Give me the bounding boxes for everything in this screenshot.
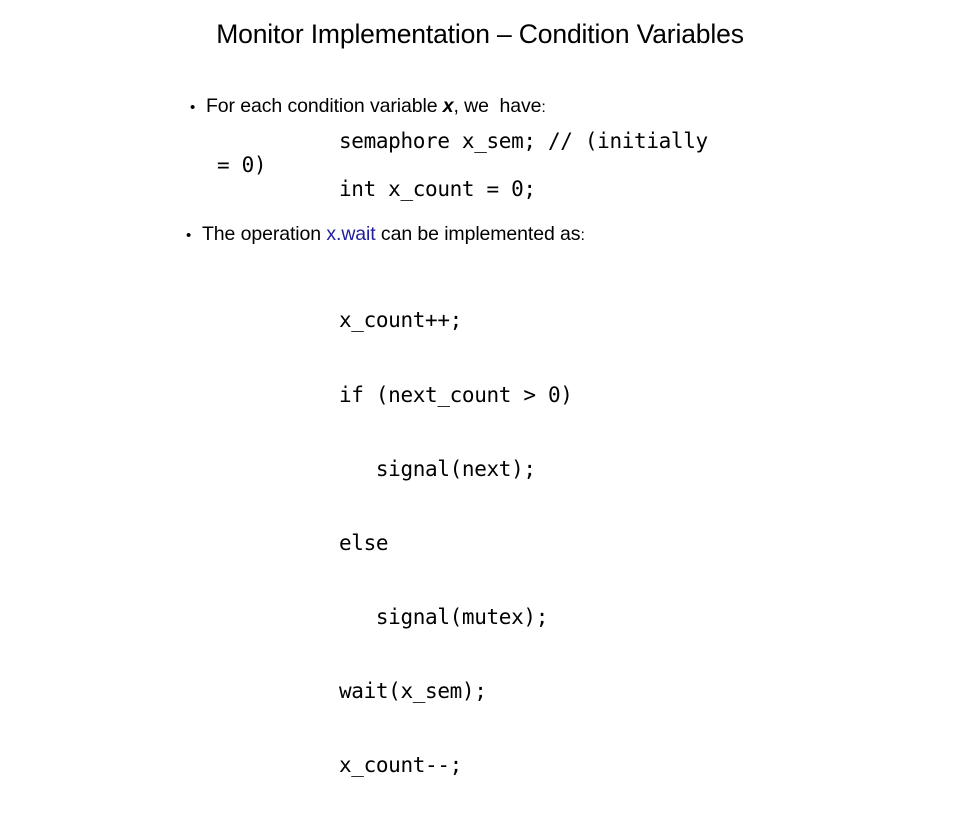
code-line: x_count--; (339, 752, 462, 777)
bullet-2-text-tail: can be implemented as (375, 223, 581, 245)
operation-name: x.wait (326, 223, 376, 245)
code-line: else (339, 530, 389, 555)
bullet-1-colon: : (541, 99, 546, 116)
condition-variable-name: x (442, 95, 454, 117)
code-line: signal(mutex); (339, 604, 548, 629)
declaration-code-line-1: semaphore x_sem; // (initially (339, 129, 708, 153)
code-line: x_count++; (339, 308, 462, 333)
bullet-marker-icon: • (186, 227, 192, 244)
wait-implementation-code-block: x_count++; if (next_count > 0) signal(ne… (339, 259, 573, 827)
slide-title: Monitor Implementation – Condition Varia… (216, 19, 744, 49)
bullet-2-text-lead: The operation (202, 223, 327, 245)
code-line: signal(next); (339, 456, 536, 481)
code-line: if (next_count > 0) (339, 382, 573, 407)
declaration-code-line-2: int x_count = 0; (339, 177, 536, 201)
slide-canvas: Monitor Implementation – Condition Varia… (0, 0, 960, 777)
bullet-marker-icon: • (190, 99, 196, 116)
declaration-code-line-1-wrap: = 0) (217, 153, 267, 177)
bullet-item-2: • The operation x.wait can be implemented… (186, 221, 585, 249)
bullet-1-text-lead: For each condition variable (206, 95, 443, 117)
bullet-2-colon: : (580, 227, 585, 244)
bullet-1-text-tail: , we have (453, 95, 542, 117)
code-line: wait(x_sem); (339, 678, 487, 703)
bullet-item-1: • For each condition variable x, we have: (190, 93, 546, 121)
